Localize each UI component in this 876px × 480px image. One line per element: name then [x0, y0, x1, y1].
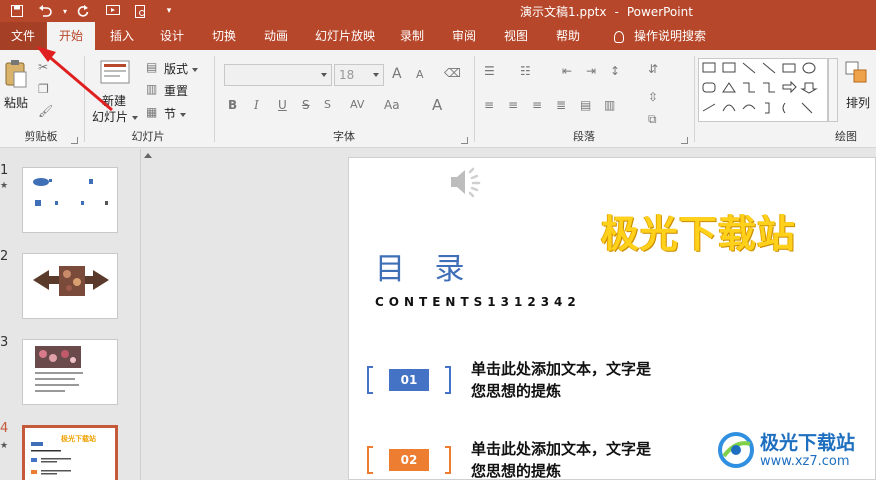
- item-text: 单击此处添加文本，文字是 您思想的提炼: [471, 360, 652, 400]
- italic-button[interactable]: I: [254, 98, 259, 112]
- tab-review[interactable]: 审阅: [444, 22, 484, 50]
- layout-icon[interactable]: ▤: [146, 60, 157, 74]
- increase-indent-icon[interactable]: ⇥: [586, 64, 596, 78]
- audio-speaker-icon[interactable]: [445, 162, 485, 205]
- underline-button[interactable]: U: [278, 98, 287, 112]
- reset-icon[interactable]: ▥: [146, 82, 157, 96]
- list-item[interactable]: 02 单击此处添加文本，文字是 您思想的提炼: [367, 438, 687, 479]
- slide-number: 1: [0, 163, 9, 178]
- customize-toolbar-icon[interactable]: ▾: [158, 0, 180, 22]
- clipboard-group-label: 剪贴板: [24, 130, 58, 143]
- grow-font-icon[interactable]: A: [392, 66, 402, 82]
- slide-thumbnail-3[interactable]: [22, 339, 118, 405]
- font-name-dropdown[interactable]: [224, 64, 332, 86]
- shapes-gallery[interactable]: [698, 58, 828, 122]
- slide-number: 3: [0, 335, 9, 350]
- character-spacing-button[interactable]: AV: [350, 98, 364, 111]
- list-item[interactable]: 01 单击此处添加文本，文字是 您思想的提炼: [367, 358, 687, 408]
- paragraph-launcher-icon[interactable]: [681, 137, 688, 144]
- section-icon[interactable]: ▦: [146, 105, 157, 119]
- tab-design[interactable]: 设计: [150, 22, 194, 50]
- align-text-icon[interactable]: ⇳: [648, 90, 658, 104]
- slide-thumbnails-panel: 1 ★ 2 3 4 ★ 极光下载站: [0, 149, 160, 480]
- bullets-icon[interactable]: ☰: [484, 64, 495, 78]
- numbering-icon[interactable]: ☷: [520, 64, 531, 78]
- font-group: 18 A A ⌫ B I U S S AV Aa A 字体: [216, 50, 472, 148]
- font-launcher-icon[interactable]: [461, 137, 468, 144]
- columns-icon[interactable]: ▥: [604, 98, 615, 112]
- paragraph-group: ☰ ☷ ⇤ ⇥ ↕ ⇵ ≡ ≡ ≡ ≣ ▤ ▥ ⇳ ⧉ 段落: [476, 50, 692, 148]
- item-text: 单击此处添加文本，文字是 您思想的提炼: [471, 440, 652, 480]
- justify-icon[interactable]: ≣: [556, 98, 566, 112]
- tab-transitions[interactable]: 切换: [202, 22, 246, 50]
- item-number-badge: 01: [389, 369, 429, 391]
- slide-thumbnail-4[interactable]: 极光下载站: [22, 425, 118, 480]
- paragraph-group-label: 段落: [573, 130, 595, 143]
- tab-animations[interactable]: 动画: [254, 22, 298, 50]
- site-logo-name: 极光下载站: [760, 432, 856, 454]
- slide-number: 4: [0, 421, 9, 436]
- left-bracket: [367, 446, 373, 474]
- right-bracket: [445, 366, 451, 394]
- reset-button[interactable]: 重置: [164, 82, 188, 99]
- site-logo-url: www.xz7.com: [760, 454, 850, 469]
- strikethrough-button[interactable]: S: [302, 98, 310, 112]
- arrange-label[interactable]: 排列: [846, 94, 870, 111]
- slides-group-label: 幻灯片: [131, 130, 165, 143]
- shadow-button[interactable]: S: [324, 98, 331, 111]
- lightbulb-icon: [613, 30, 624, 43]
- arrange-icon[interactable]: [844, 60, 868, 87]
- tab-slideshow[interactable]: 幻灯片放映: [310, 22, 380, 50]
- text-direction-icon[interactable]: ⇵: [648, 62, 658, 76]
- tab-record[interactable]: 录制: [392, 22, 432, 50]
- font-color-button[interactable]: A: [432, 96, 442, 114]
- slide-thumbnail-2[interactable]: [22, 253, 118, 319]
- scroll-up-icon[interactable]: [144, 153, 152, 158]
- shapes-gallery-scroll[interactable]: [828, 58, 838, 122]
- layout-button[interactable]: 版式: [164, 60, 198, 77]
- contents-subtitle[interactable]: CONTENTS1312342: [375, 295, 581, 309]
- align-center-icon[interactable]: ≡: [508, 98, 518, 112]
- font-size-dropdown[interactable]: 18: [334, 64, 384, 86]
- drawing-group: 排列 绘图: [696, 50, 876, 148]
- font-group-label: 字体: [333, 130, 355, 143]
- animation-star-icon: ★: [0, 181, 9, 191]
- align-left-icon[interactable]: ≡: [484, 98, 494, 112]
- item-number-badge: 02: [389, 449, 429, 471]
- left-bracket: [367, 366, 373, 394]
- site-logo-icon: [718, 432, 754, 468]
- annotation-arrow-icon: [36, 46, 113, 112]
- align-right-icon[interactable]: ≡: [532, 98, 542, 112]
- section-button[interactable]: 节: [164, 105, 186, 122]
- divider: [474, 56, 475, 142]
- change-case-button[interactable]: Aa: [384, 98, 400, 112]
- tab-help[interactable]: 帮助: [548, 22, 588, 50]
- animation-star-icon: ★: [0, 441, 9, 451]
- smartart-icon[interactable]: ⧉: [648, 112, 657, 127]
- slide-thumbnail-1[interactable]: [22, 167, 118, 233]
- drawing-group-label: 绘图: [835, 130, 857, 143]
- line-spacing-icon[interactable]: ↕: [610, 64, 620, 78]
- divider: [694, 56, 695, 142]
- clipboard-launcher-icon[interactable]: [71, 137, 78, 144]
- right-bracket: [445, 446, 451, 474]
- shrink-font-icon[interactable]: A: [416, 68, 424, 81]
- site-logo: 极光下载站 www.xz7.com: [716, 428, 876, 480]
- slide-title[interactable]: 目 录: [375, 244, 475, 288]
- thumbnail-scrollbar[interactable]: [140, 149, 154, 480]
- clear-formatting-icon[interactable]: ⌫: [444, 66, 461, 80]
- bold-button[interactable]: B: [228, 98, 237, 112]
- tell-me-search[interactable]: 操作说明搜索: [604, 22, 716, 50]
- slide-number: 2: [0, 249, 9, 264]
- divider: [214, 56, 215, 142]
- window-title: 演示文稿1.pptx - PowerPoint: [520, 5, 693, 19]
- watermark-text: 极光下载站: [601, 212, 797, 256]
- tab-view[interactable]: 视图: [496, 22, 536, 50]
- distributed-icon[interactable]: ▤: [580, 98, 591, 112]
- decrease-indent-icon[interactable]: ⇤: [562, 64, 572, 78]
